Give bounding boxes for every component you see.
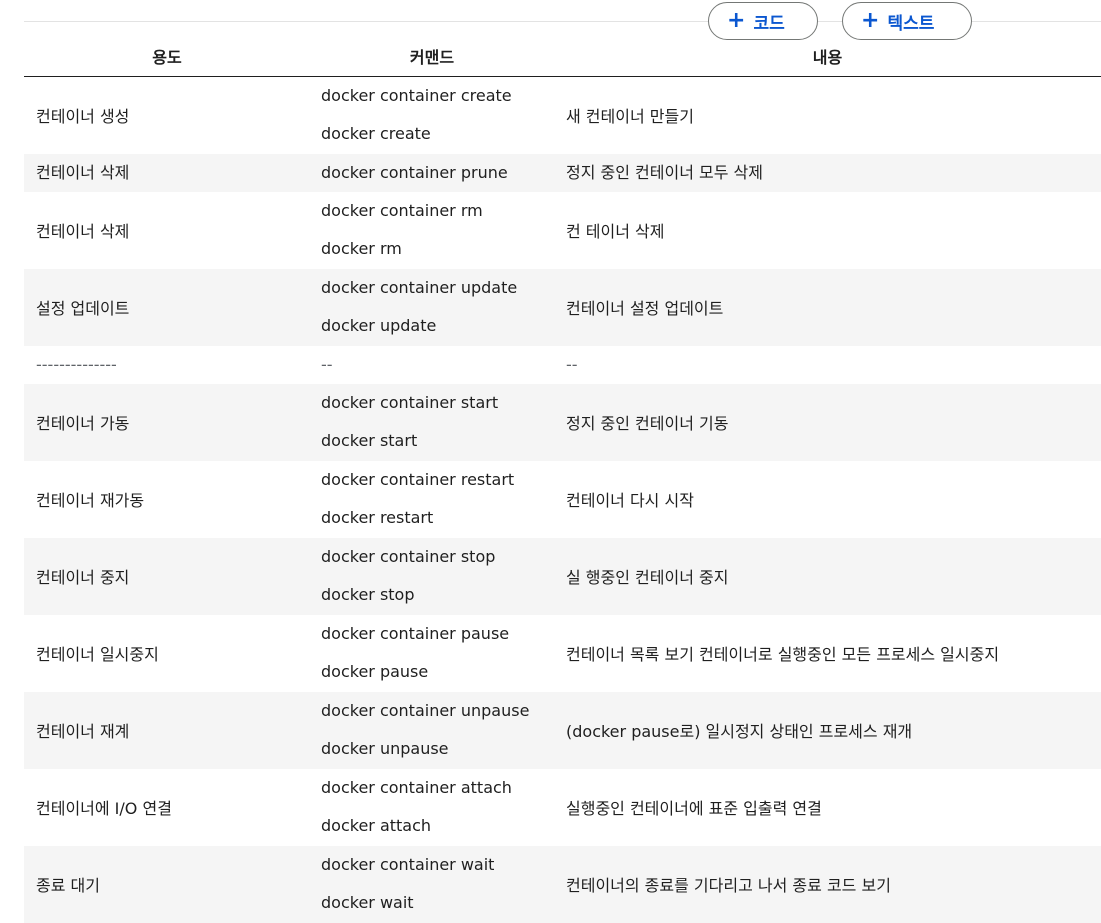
cell-command: --	[310, 346, 554, 384]
cell-description: --	[566, 354, 578, 374]
cell-purpose: 컨테이너 중지	[24, 537, 310, 615]
cell-purpose: 컨테이너 가동	[24, 383, 310, 461]
command-text: docker update	[321, 316, 437, 335]
command-text: docker container unpause	[321, 701, 530, 720]
cell-purpose: 컨테이너 일시중지	[36, 645, 159, 664]
table-row: -------------- -- --	[24, 346, 1101, 384]
command-text: docker container update	[321, 278, 518, 297]
cell-insert-toolbar: + 코드 + 텍스트	[708, 0, 972, 42]
header-command: 커맨드	[310, 24, 554, 77]
cell-command: docker container pause docker pause	[310, 615, 554, 692]
command-text: docker container prune	[321, 162, 508, 182]
command-text: docker stop	[321, 585, 415, 604]
table-row: 컨테이너 재계 docker container unpause docker un…	[24, 691, 1101, 769]
plus-icon: +	[727, 8, 746, 33]
table-row: 컨테이너 삭제 docker container prune 정지 중인 컨테이너 …	[24, 153, 1101, 192]
table-row: 컨테이너 생성 docker container create docker cre…	[24, 77, 1101, 154]
command-text: docker start	[321, 431, 418, 450]
command-text: docker attach	[321, 816, 432, 835]
table-row: 컨테이너 삭제 docker container rm docker rm 컨 테이너…	[24, 192, 1101, 269]
cell-command: docker container update docker update	[310, 268, 554, 346]
cell-description: 실 행중인 컨테이너 중지	[554, 537, 1101, 615]
command-text: docker container create	[321, 86, 512, 106]
cell-command: docker container stop docker stop	[310, 537, 554, 615]
table-row: 컨테이너 가동 docker container start docker star…	[24, 383, 1101, 461]
cell-description: 정지 중인 컨테이너 기동	[554, 383, 1101, 461]
command-text: docker wait	[321, 893, 414, 912]
cell-command: docker container create docker create	[310, 77, 554, 154]
cell-description: 컨테이너의 종료를 기다리고 나서 종료 코드 보기	[554, 845, 1101, 923]
table-row: 컨테이너 일시중지 docker container pause docker pa…	[24, 615, 1101, 692]
table-row: 종료 대기 docker container wait docker wait 컨테이…	[24, 845, 1101, 923]
cell-command: docker container unpause docker unpause	[310, 691, 554, 769]
table-row: 컨테이너 재가동 docker container restart docker r…	[24, 461, 1101, 538]
cell-purpose: 컨테이너 생성	[36, 107, 130, 127]
command-text: docker container pause	[321, 624, 510, 643]
cell-description: 컨테이너 목록 보기 컨테이너로 실행중인 모든 프로세스 일시중지	[566, 645, 1000, 664]
cell-description: 정지 중인 컨테이너 모두 삭제	[554, 153, 1101, 192]
cell-purpose: 컨테이너 삭제	[24, 153, 310, 192]
cell-description: 컨 테이너 삭제	[566, 222, 665, 241]
command-text: docker container rm	[321, 201, 483, 220]
cell-description: (docker pause로) 일시정지 상태인 프로세스 재개	[554, 691, 1101, 769]
table-row: 컨테이너에 I/O 연결 docker container attach docke…	[24, 769, 1101, 846]
cell-description: 실행중인 컨테이너에 표준 입출력 연결	[566, 799, 822, 818]
cell-purpose: 종료 대기	[24, 845, 310, 923]
docker-commands-table: 용도 커맨드 내용 컨테이너 생성 docker container create…	[24, 24, 1101, 923]
cell-command: docker container start docker start	[310, 383, 554, 461]
header-purpose: 용도	[24, 24, 310, 77]
command-text: docker rm	[321, 239, 402, 258]
command-text: docker create	[321, 124, 431, 144]
cell-purpose: 컨테이너에 I/O 연결	[36, 799, 172, 818]
cell-command: docker container attach docker attach	[310, 769, 554, 846]
add-text-label: 텍스트	[887, 13, 935, 34]
plus-icon: +	[861, 8, 880, 33]
command-text: docker container start	[321, 393, 499, 412]
cell-command: docker container rm docker rm	[310, 192, 554, 269]
cell-description: 컨테이너 다시 시작	[566, 491, 694, 510]
cell-purpose: 컨테이너 재가동	[36, 491, 145, 510]
command-text: docker container wait	[321, 855, 495, 874]
cell-purpose: 컨테이너 재계	[24, 691, 310, 769]
cell-purpose: 설정 업데이트	[24, 268, 310, 346]
cell-purpose: 컨테이너 삭제	[36, 222, 130, 241]
cell-command: docker container prune	[310, 153, 554, 192]
cell-description: 컨테이너 설정 업데이트	[554, 268, 1101, 346]
cell-description: 새 컨테이너 만들기	[566, 107, 694, 127]
add-code-label: 코드	[753, 13, 785, 34]
command-text: docker restart	[321, 508, 434, 527]
add-text-button[interactable]: + 텍스트	[842, 2, 972, 40]
table-row: 설정 업데이트 docker container update docker upd…	[24, 268, 1101, 346]
table-row: 컨테이너 중지 docker container stop docker stop 실…	[24, 537, 1101, 615]
add-code-button[interactable]: + 코드	[708, 2, 818, 40]
command-text: --	[321, 354, 333, 374]
command-text: docker container stop	[321, 547, 496, 566]
cell-command: docker container wait docker wait	[310, 845, 554, 923]
command-text: docker container attach	[321, 778, 512, 797]
cell-purpose: --------------	[36, 354, 117, 374]
command-text: docker container restart	[321, 470, 515, 489]
command-text: docker unpause	[321, 739, 449, 758]
command-text: docker pause	[321, 662, 429, 681]
cell-command: docker container restart docker restart	[310, 461, 554, 538]
